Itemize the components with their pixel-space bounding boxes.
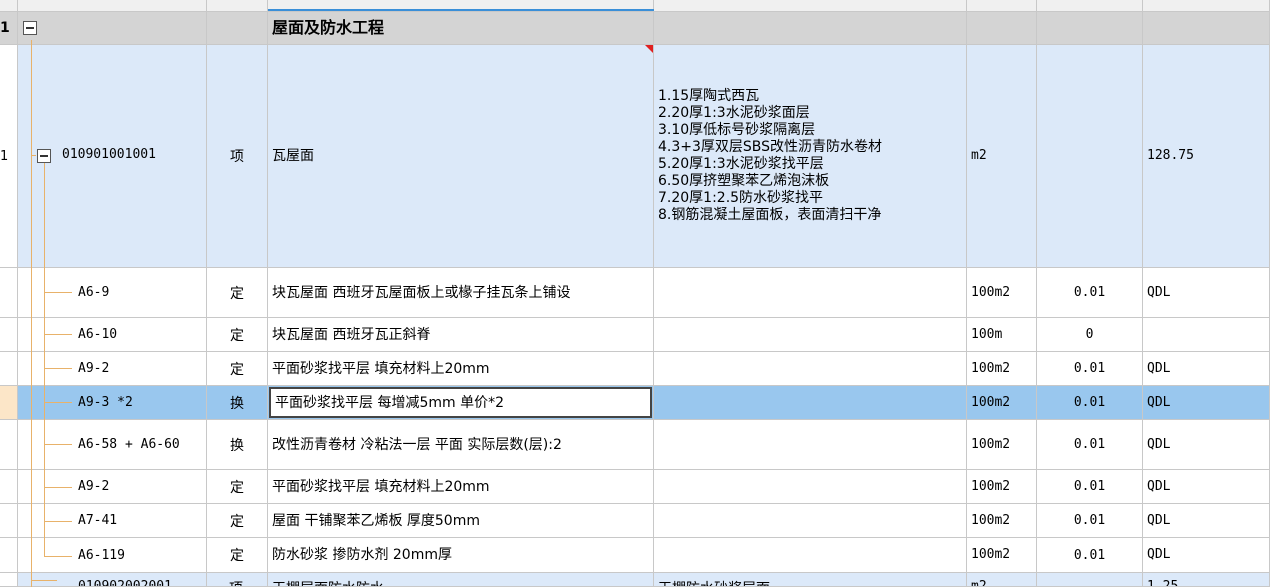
quota-row[interactable]: A6-58 + A6-60 换 改性沥青卷材 冷粘法一层 平面 实际层数(层):…	[0, 420, 1270, 470]
tree-line	[44, 334, 72, 335]
quota-row[interactable]: A7-41 定 屋面 干铺聚苯乙烯板 厚度50mm 100m2 0.01 QDL	[0, 504, 1270, 538]
quota-type: 定	[230, 479, 244, 496]
note-marker	[645, 45, 653, 53]
item-amount: 1.25	[1147, 579, 1179, 587]
quota-qty: 0.01	[1073, 395, 1106, 410]
cell-editor[interactable]: 平面砂浆找平层 每增减5mm 单价*2	[269, 387, 652, 418]
item-unit: m2	[971, 148, 987, 163]
item-type: 项	[229, 578, 243, 586]
quota-row[interactable]: A6-119 定 防水砂浆 掺防水剂 20mm厚 100m2 0.01 QDL	[0, 538, 1270, 573]
quota-expr: QDL	[1147, 478, 1171, 494]
quota-type: 定	[230, 327, 244, 344]
quota-row[interactable]: A6-9 定 块瓦屋面 西班牙瓦屋面板上或椽子挂瓦条上铺设 100m2 0.01…	[0, 268, 1270, 318]
quota-code: A6-119	[78, 547, 125, 563]
quota-row[interactable]: A6-10 定 块瓦屋面 西班牙瓦正斜脊 100m 0	[0, 318, 1270, 352]
bill-grid: 1 屋面及防水工程 1 010901001001 项 瓦屋面 1.15厚陶式西瓦…	[0, 0, 1270, 587]
quota-qty: 0.01	[1073, 285, 1106, 300]
tree-line	[44, 368, 72, 369]
quota-type: 换	[230, 437, 244, 454]
tree-line	[44, 444, 72, 445]
quota-qty: 0.01	[1073, 361, 1106, 376]
item-unit: m2	[971, 579, 987, 587]
quota-name: 平面砂浆找平层 每增减5mm 单价*2	[275, 394, 504, 411]
quota-unit: 100m2	[971, 360, 1011, 376]
item-name: 瓦屋面	[272, 148, 314, 164]
quota-qty: 0	[1085, 327, 1094, 342]
tree-line	[44, 521, 72, 522]
quota-unit: 100m2	[971, 547, 1011, 562]
collapse-icon[interactable]	[23, 21, 37, 35]
item-code: 010901001001	[62, 147, 156, 162]
quota-expr: QDL	[1147, 284, 1171, 300]
item-code: 010902002001	[78, 579, 172, 587]
tree-line	[44, 292, 72, 293]
quota-name: 块瓦屋面 西班牙瓦正斜脊	[272, 326, 431, 343]
quota-unit: 100m2	[971, 394, 1011, 410]
quota-unit: 100m	[971, 326, 1003, 342]
list-item-row-next[interactable]: 010902002001 项 天棚层面防水防水 天棚防水砂浆层面 m2 1.25	[0, 573, 1270, 587]
quota-qty: 0.01	[1073, 513, 1106, 528]
quota-row[interactable]: A9-2 定 平面砂浆找平层 填充材料上20mm 100m2 0.01 QDL	[0, 352, 1270, 386]
quota-code: A6-9	[78, 285, 110, 300]
quota-type: 定	[230, 361, 244, 378]
list-item-row[interactable]: 1 010901001001 项 瓦屋面 1.15厚陶式西瓦 2.20厚1:3水…	[0, 45, 1270, 268]
tree-line	[31, 155, 36, 156]
quota-qty: 0.01	[1073, 437, 1106, 452]
quota-qty: 0.01	[1073, 547, 1106, 563]
quota-type: 定	[230, 548, 244, 564]
quota-name: 块瓦屋面 西班牙瓦屋面板上或椽子挂瓦条上铺设	[272, 284, 571, 301]
quota-code: A7-41	[78, 513, 118, 528]
quota-qty: 0.01	[1073, 479, 1106, 494]
tree-line	[44, 163, 45, 557]
section-row[interactable]: 1 屋面及防水工程	[0, 12, 1270, 45]
quota-type: 定	[230, 285, 244, 302]
quota-expr: QDL	[1147, 547, 1171, 562]
header-row	[0, 0, 1270, 12]
quota-expr: QDL	[1147, 436, 1171, 452]
quota-unit: 100m2	[971, 478, 1011, 494]
item-feature: 1.15厚陶式西瓦 2.20厚1:3水泥砂浆面层 3.10厚低标号砂浆隔离层 4…	[658, 88, 883, 223]
quota-name: 防水砂浆 掺防水剂 20mm厚	[272, 547, 452, 563]
collapse-icon[interactable]	[37, 149, 51, 163]
quota-type: 换	[230, 395, 244, 412]
item-feature: 天棚防水砂浆层面	[658, 578, 770, 586]
quota-expr: QDL	[1147, 394, 1171, 410]
quota-code: A6-58 + A6-60	[78, 437, 180, 452]
tree-line	[44, 402, 72, 403]
item-amount: 128.75	[1147, 148, 1194, 163]
quota-row-selected[interactable]: A9-3 *2 换 平面砂浆找平层 每增减5mm 单价*2 100m2 0.01…	[0, 386, 1270, 420]
quota-type: 定	[230, 513, 244, 530]
focus-column-indicator	[268, 9, 654, 11]
tree-line	[31, 40, 32, 587]
item-type: 项	[230, 149, 244, 165]
tree-line	[31, 580, 57, 581]
quota-unit: 100m2	[971, 512, 1011, 528]
quota-unit: 100m2	[971, 284, 1011, 300]
section-seq: 1	[0, 20, 10, 36]
section-title: 屋面及防水工程	[272, 18, 385, 37]
quota-row[interactable]: A9-2 定 平面砂浆找平层 填充材料上20mm 100m2 0.01 QDL	[0, 470, 1270, 504]
tree-line	[44, 487, 72, 488]
quota-name: 屋面 干铺聚苯乙烯板 厚度50mm	[272, 512, 480, 529]
item-name: 天棚层面防水防水	[272, 578, 384, 586]
quota-expr: QDL	[1147, 360, 1171, 376]
tree-line	[44, 556, 72, 557]
quota-name: 改性沥青卷材 冷粘法一层 平面 实际层数(层):2	[272, 436, 562, 453]
quota-unit: 100m2	[971, 436, 1011, 452]
quota-code: A9-2	[78, 361, 110, 376]
quota-expr: QDL	[1147, 512, 1171, 528]
quota-code: A9-3 *2	[78, 395, 133, 410]
quota-name: 平面砂浆找平层 填充材料上20mm	[272, 478, 490, 495]
quota-name: 平面砂浆找平层 填充材料上20mm	[272, 360, 490, 377]
row-seq: 1	[0, 148, 9, 164]
quota-code: A6-10	[78, 327, 118, 342]
quota-code: A9-2	[78, 479, 110, 494]
